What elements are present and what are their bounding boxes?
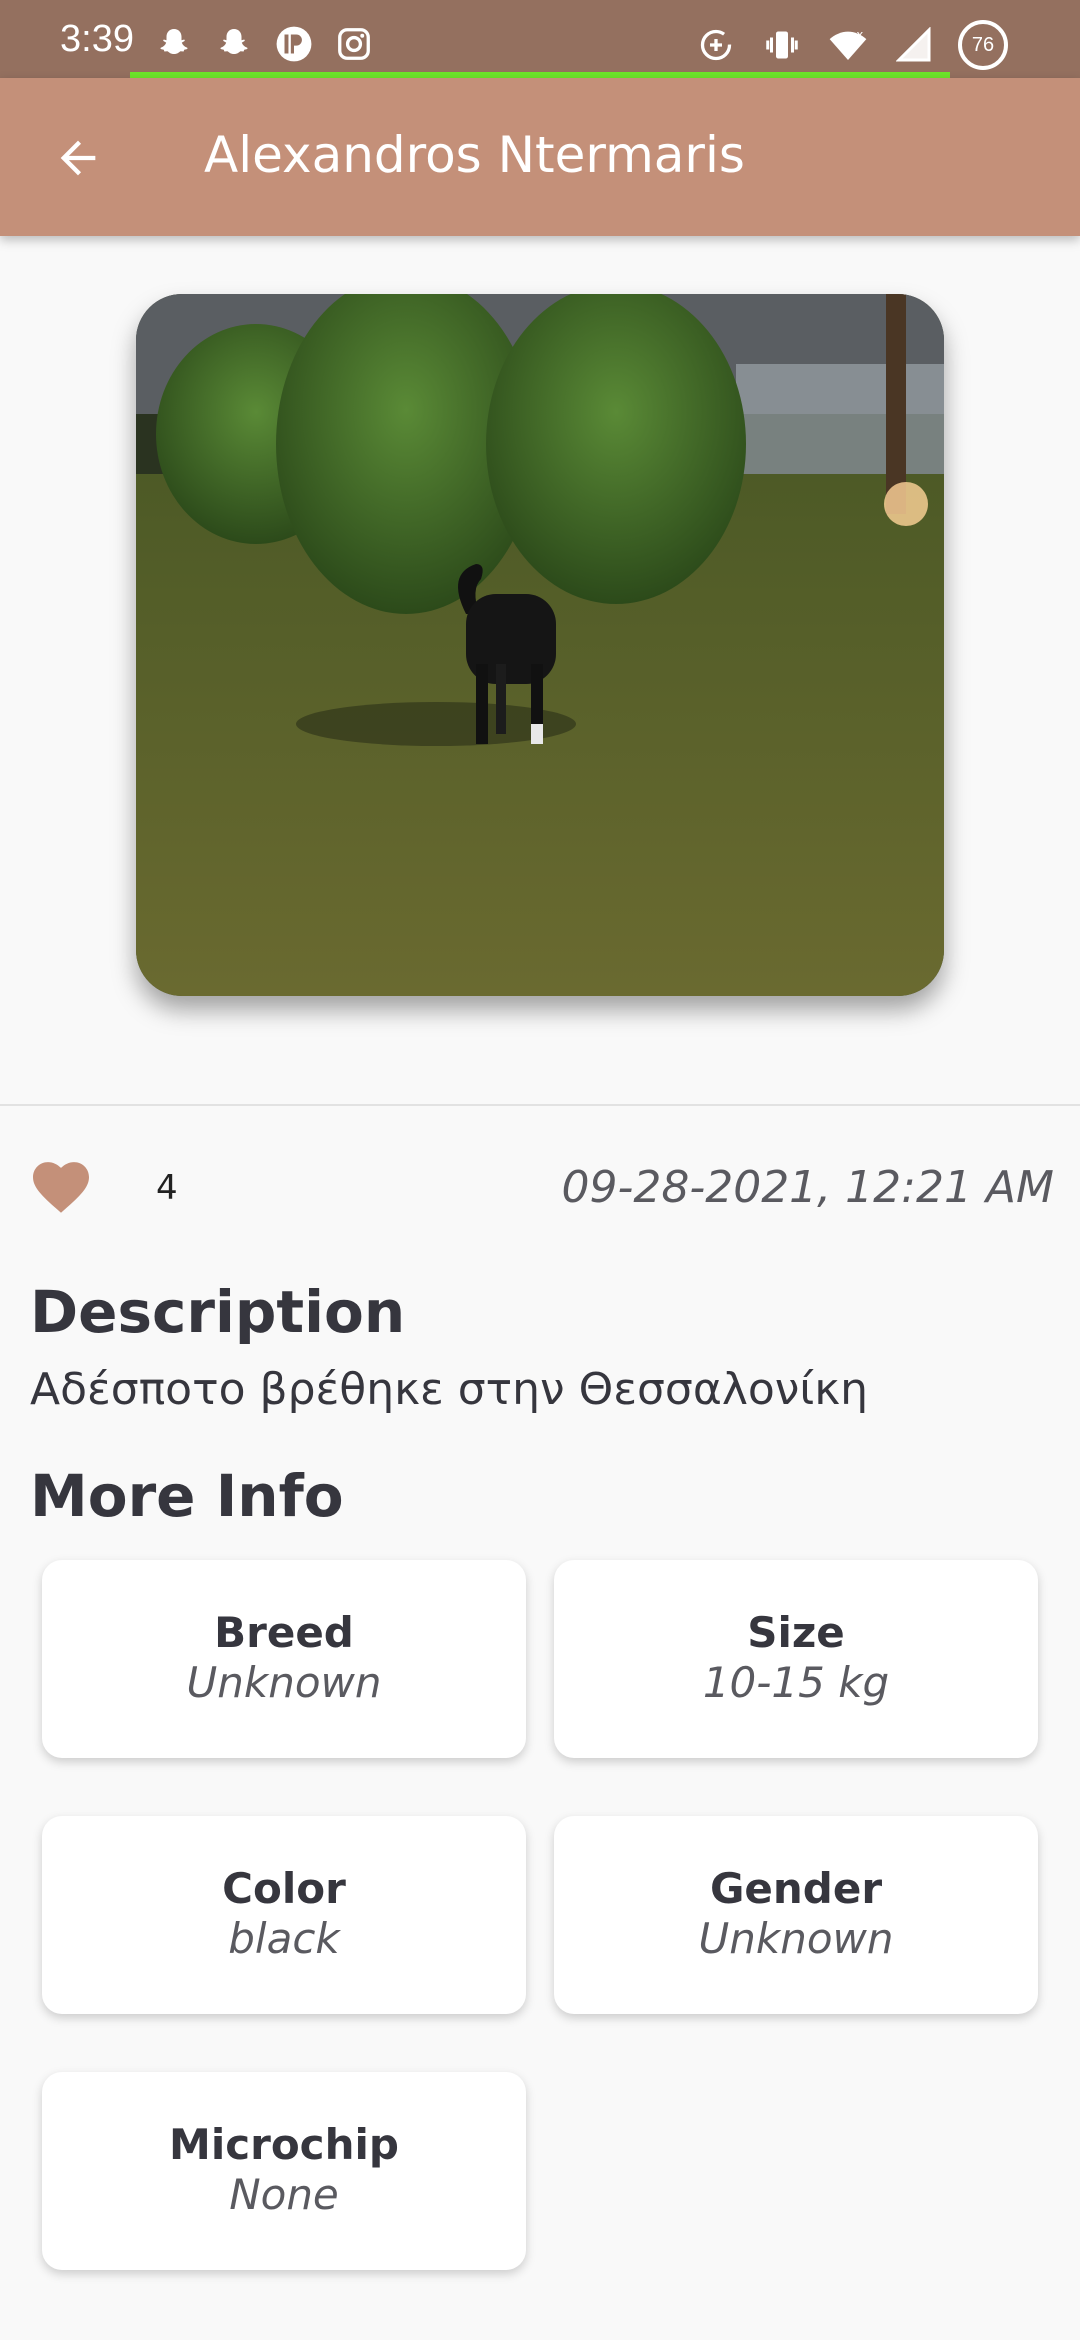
info-label: Size (747, 1608, 845, 1657)
arrow-back-icon (60, 140, 96, 176)
battery-indicator: 76 (958, 20, 1008, 70)
info-label: Gender (709, 1864, 883, 1913)
post-date: 09-28-2021, 12:21 AM (561, 1162, 1054, 1213)
back-button[interactable] (40, 120, 116, 196)
like-row: 4 (30, 1158, 178, 1218)
pet-photo[interactable] (136, 294, 944, 996)
info-label: Color (222, 1864, 346, 1913)
app-bar: Alexandros Ntermaris (0, 78, 1080, 236)
info-card-color: Color black (42, 1816, 526, 2014)
notification-icons (152, 22, 376, 66)
data-saver-icon (694, 23, 738, 67)
system-icons: x 76 (694, 20, 1008, 70)
description-text: Αδέσποτο βρέθηκε στην Θεσσαλονίκη (30, 1364, 869, 1415)
pinterest-like-icon (272, 22, 316, 66)
info-card-gender: Gender Unknown (554, 1816, 1038, 2014)
info-card-microchip: Microchip None (42, 2072, 526, 2270)
instagram-icon (332, 22, 376, 66)
description-heading: Description (30, 1278, 406, 1346)
wifi-icon: x (826, 23, 870, 67)
info-card-size: Size 10-15 kg (554, 1560, 1038, 1758)
divider (0, 1104, 1080, 1106)
snapchat-icon (212, 22, 256, 66)
info-card-breed: Breed Unknown (42, 1560, 526, 1758)
svg-text:x: x (856, 27, 863, 41)
info-value: None (229, 2170, 339, 2219)
info-value: black (228, 1914, 340, 1963)
info-value: Unknown (698, 1914, 894, 1963)
info-value: 10-15 kg (702, 1658, 890, 1707)
snapchat-icon (152, 22, 196, 66)
signal-icon (892, 23, 936, 67)
info-value: Unknown (186, 1658, 382, 1707)
vibrate-icon (760, 23, 804, 67)
like-count: 4 (156, 1168, 178, 1208)
heart-icon[interactable] (30, 1158, 92, 1218)
info-label: Microchip (169, 2120, 399, 2169)
status-time: 3:39 (60, 18, 134, 60)
more-info-heading: More Info (30, 1462, 344, 1530)
info-label: Breed (214, 1608, 354, 1657)
status-bar: 3:39 x 76 (0, 0, 1080, 78)
pet-photo-image (136, 294, 944, 996)
page-title: Alexandros Ntermaris (204, 126, 745, 184)
